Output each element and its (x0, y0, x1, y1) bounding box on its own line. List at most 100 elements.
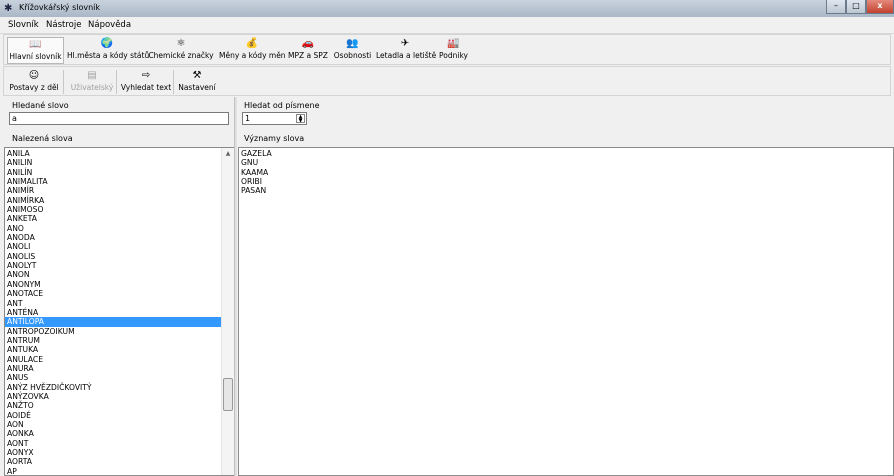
minimize-button[interactable]: – (826, 0, 846, 14)
scroll-up-arrow[interactable]: ▲ (222, 148, 234, 160)
toolbar-button-label: Osobnosti (333, 51, 372, 60)
search-label: Hledané slovo (12, 101, 69, 110)
scrollbar[interactable]: ▲ (221, 148, 234, 475)
list-item[interactable]: ANULACE (5, 355, 221, 364)
toolbar-separator (63, 70, 64, 94)
list-item[interactable]: AP (5, 467, 221, 475)
toolbar-button-label: Uživatelský (70, 83, 114, 92)
menu-nastroje[interactable]: Nástroje (46, 20, 81, 30)
list-item[interactable]: ANTUKA (5, 345, 221, 354)
list-item[interactable]: ANKETA (5, 214, 221, 223)
window-title: Křížovkářský slovník (19, 3, 101, 12)
maximize-button[interactable]: □ (846, 0, 866, 14)
toolbar-button-5[interactable]: 👥 Osobnosti (333, 37, 372, 64)
search-text-icon: ⇨ (141, 70, 151, 81)
toolbar-button-label: Hlavní slovník (9, 52, 62, 61)
list-item[interactable]: ANTRUM (5, 336, 221, 345)
list-item[interactable]: ANT (5, 299, 221, 308)
list-item[interactable]: ANODA (5, 233, 221, 242)
toolbar2-button-1[interactable]: ▤ Uživatelský (68, 69, 116, 96)
spinner-arrows-icon[interactable]: ▲ ▼ (296, 114, 305, 124)
toolbar-button-0[interactable]: 📖 Hlavní slovník (7, 37, 64, 64)
list-item[interactable]: ANTILOPA (5, 317, 221, 327)
list-item[interactable]: ANILIN (5, 158, 221, 167)
toolbar-button-label: Vyhledat text (120, 83, 172, 92)
close-button[interactable]: x (866, 0, 894, 14)
toolbar-button-7[interactable]: 🏭 Podniky (438, 37, 469, 64)
app-icon: ✱ (4, 3, 13, 14)
list-item[interactable]: ANIMOSO (5, 205, 221, 214)
settings-tools-icon: ⚒ (192, 70, 202, 81)
list-item[interactable]: ANILA (5, 149, 221, 158)
toolbar-button-label: Chemické značky (148, 51, 214, 60)
toolbar-button-3[interactable]: 💰 Měny a kódy měn (219, 37, 286, 64)
meaning-item[interactable]: ORIBI (239, 177, 893, 186)
list-item[interactable]: ANOTACE (5, 289, 221, 298)
toolbar-button-label: Měny a kódy měn (219, 51, 286, 60)
money-bag-icon: 💰 (245, 38, 259, 49)
search-input[interactable]: a (9, 112, 229, 125)
user-dictionary-icon: ▤ (87, 70, 97, 81)
meaning-item[interactable]: PASAN (239, 186, 893, 195)
scrollbar-thumb[interactable] (223, 378, 233, 411)
list-item[interactable]: ANIMÍR (5, 186, 221, 195)
toolbar-button-label: Hl.města a kódy států (67, 51, 150, 60)
meaning-item[interactable]: GNU (239, 158, 893, 167)
list-item[interactable]: ANŽTO (5, 401, 221, 410)
menu-bar: Slovník Nástroje Nápověda (0, 17, 894, 34)
found-words-label: Nalezená slova (12, 134, 73, 143)
meanings-label: Významy slova (244, 134, 305, 143)
meaning-item[interactable]: KAAMA (239, 168, 893, 177)
toolbar-button-1[interactable]: 🌍 Hl.města a kódy států (67, 37, 150, 64)
start-letter-value: 1 (245, 114, 251, 123)
list-item[interactable]: ANOLIS (5, 252, 221, 261)
start-letter-label: Hledat od písmene (244, 101, 320, 110)
list-item[interactable]: ANÝZ HVĚZDIČKOVITÝ (5, 383, 221, 392)
list-item[interactable]: ANTROPOZOIKUM (5, 327, 221, 336)
list-item[interactable]: ANO (5, 224, 221, 233)
list-item[interactable]: ANOLI (5, 242, 221, 251)
toolbar2-button-0[interactable]: ☺ Postavy z děl (7, 69, 61, 96)
toolbar-button-6[interactable]: ✈ Letadla a letiště (376, 37, 437, 64)
meaning-item[interactable]: GAZELA (239, 149, 893, 158)
toolbar-button-2[interactable]: ⚛ Chemické značky (147, 37, 215, 64)
people-icon: 👥 (346, 38, 359, 49)
tools-toolbar: ☺ Postavy z děl ▤ Uživatelský ⇨ Vyhledat text… (3, 66, 891, 96)
meanings-list[interactable]: GAZELA GNU KAAMA ORIBI PASAN (238, 147, 894, 476)
toolbar-button-label: MPZ a SPZ (288, 51, 328, 60)
toolbar-button-label: Podniky (439, 51, 468, 60)
start-letter-spinner[interactable]: 1 ▲ ▼ (242, 112, 307, 125)
toolbar-separator (173, 70, 174, 94)
panel-splitter[interactable] (234, 97, 237, 476)
dictionary-toolbar: 📖 Hlavní slovník 🌍 Hl.města a kódy států ⚛ Ch… (3, 34, 891, 65)
airplane-icon: ✈ (400, 38, 410, 49)
toolbar2-button-2[interactable]: ⇨ Vyhledat text (120, 69, 172, 96)
atom-icon: ⚛ (176, 38, 186, 49)
toolbar-button-4[interactable]: 🚗 MPZ a SPZ (287, 37, 329, 64)
list-item[interactable]: AONT (5, 439, 221, 448)
list-item[interactable]: ANUS (5, 373, 221, 382)
list-item[interactable]: AONKA (5, 429, 221, 438)
list-item[interactable]: ANÝZOVKA (5, 392, 221, 401)
list-item[interactable]: ANIMÍRKA (5, 196, 221, 205)
list-item[interactable]: ANOLYT (5, 261, 221, 270)
toolbar-button-label: Letadla a letiště (376, 51, 437, 60)
title-bar: ✱ Křížovkářský slovník – □ x (0, 0, 894, 17)
menu-slovnik[interactable]: Slovník (8, 20, 39, 30)
menu-napoveda[interactable]: Nápověda (88, 20, 131, 30)
list-item[interactable]: AON (5, 420, 221, 429)
list-item[interactable]: ANONYM (5, 280, 221, 289)
toolbar2-button-3[interactable]: ⚒ Nastavení (177, 69, 217, 96)
toolbar-button-label: Postavy z děl (9, 83, 59, 92)
list-item[interactable]: AOIDÉ (5, 411, 221, 420)
found-words-list[interactable]: ANILA ANILIN ANILÍN ANIMALITA ANIMÍR ANIMÍRKA… (4, 147, 235, 476)
factory-icon: 🏭 (447, 38, 460, 49)
list-item[interactable]: AORTA (5, 457, 221, 466)
list-item[interactable]: ANILÍN (5, 168, 221, 177)
list-item[interactable]: ANIMALITA (5, 177, 221, 186)
list-item[interactable]: ANURA (5, 364, 221, 373)
list-item[interactable]: AONYX (5, 448, 221, 457)
list-item[interactable]: ANON (5, 270, 221, 279)
toolbar-button-label: Nastavení (178, 83, 216, 92)
list-item[interactable]: ANTÉNA (5, 308, 221, 317)
